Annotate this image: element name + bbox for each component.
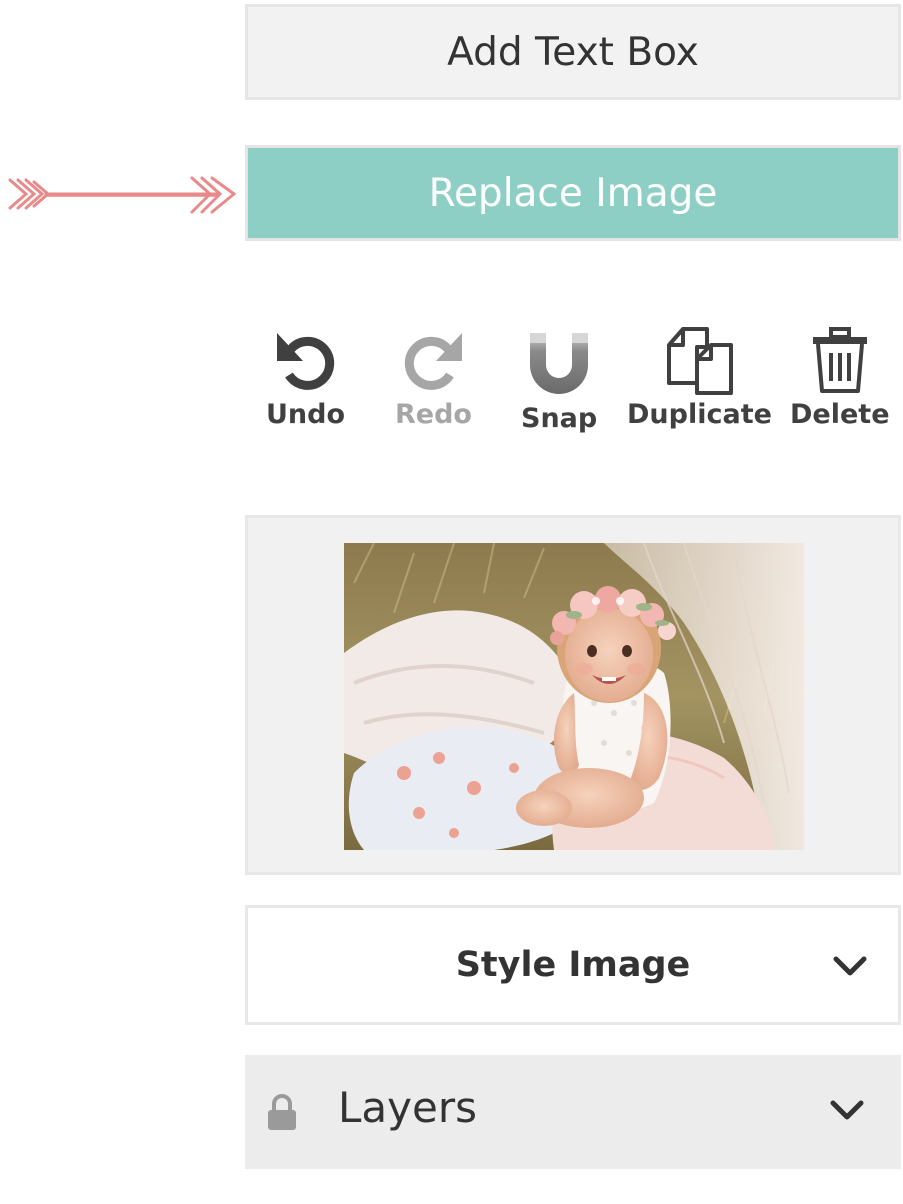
replace-image-button[interactable]: Replace Image xyxy=(245,145,901,241)
trash-icon xyxy=(812,327,867,393)
redo-icon xyxy=(405,333,463,390)
snap-button[interactable]: Snap xyxy=(521,325,597,434)
add-text-box-button[interactable]: Add Text Box xyxy=(245,4,901,100)
undo-label: Undo xyxy=(266,399,346,430)
magnet-icon xyxy=(530,333,589,394)
layers-label: Layers xyxy=(338,1083,477,1132)
image-preview-panel xyxy=(245,515,901,875)
duplicate-label: Duplicate xyxy=(627,399,772,430)
layers-accordion[interactable]: Layers xyxy=(245,1055,901,1169)
style-image-label: Style Image xyxy=(455,945,691,985)
duplicate-button[interactable]: Duplicate xyxy=(627,325,772,430)
lock-icon xyxy=(268,1094,296,1130)
redo-button[interactable]: Redo xyxy=(395,325,472,430)
snap-label: Snap xyxy=(521,403,598,434)
chevron-down-icon xyxy=(833,956,867,976)
redo-label: Redo xyxy=(395,399,472,430)
undo-icon xyxy=(276,333,334,390)
replace-image-label: Replace Image xyxy=(428,170,718,216)
delete-label: Delete xyxy=(790,399,890,430)
style-image-accordion[interactable]: Style Image xyxy=(245,905,901,1025)
pointer-arrow-icon xyxy=(8,176,237,214)
photo-thumbnail[interactable] xyxy=(344,543,804,850)
undo-button[interactable]: Undo xyxy=(266,325,345,430)
chevron-down-icon xyxy=(830,1100,864,1120)
editor-sidebar: Add Text Box Replace Image Undo Redo Sna… xyxy=(0,0,903,1204)
add-text-box-label: Add Text Box xyxy=(447,29,699,75)
duplicate-icon xyxy=(667,327,734,395)
delete-button[interactable]: Delete xyxy=(790,325,890,430)
